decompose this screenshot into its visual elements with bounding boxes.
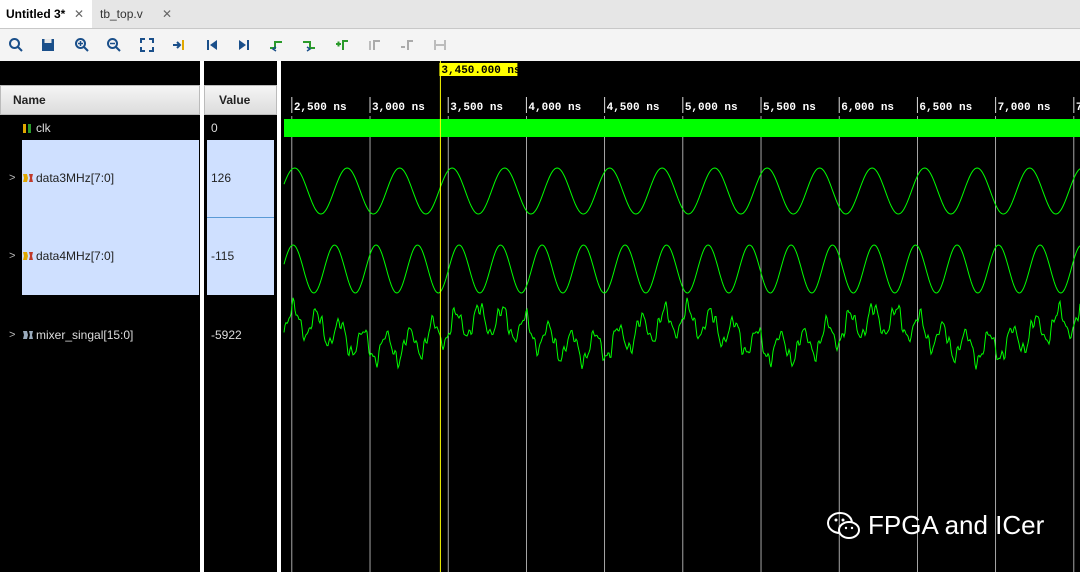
chevron-right-icon[interactable]: >	[9, 250, 15, 262]
watermark-text: FPGA and ICer	[868, 510, 1045, 540]
wechat-logo-icon	[827, 511, 860, 539]
signal-row-mixer-singal[interactable]: mixer_singal[15:0]	[22, 326, 133, 344]
tab-bar: Untitled 3* ✕ tb_top.v ✕	[0, 0, 1080, 29]
data3mhz-waveform[interactable]	[283, 167, 1080, 215]
signal-name: data4MHz[7:0]	[36, 249, 115, 263]
tab-tb-top[interactable]: tb_top.v ✕	[94, 0, 180, 28]
signal-value: 126	[211, 169, 232, 187]
signal-value: 0	[211, 119, 218, 137]
tab-label: tb_top.v	[100, 7, 143, 21]
tick-label: 3,000 ns	[372, 102, 425, 114]
tick-label: 6,000 ns	[841, 102, 894, 114]
search-icon[interactable]	[6, 35, 26, 55]
go-to-end-icon[interactable]	[234, 35, 254, 55]
previous-marker-icon[interactable]	[365, 35, 385, 55]
tick-label: 7,	[1076, 102, 1080, 114]
zoom-fit-icon[interactable]	[137, 35, 157, 55]
name-column-header[interactable]: Name	[0, 85, 200, 115]
value-header-label: Value	[219, 93, 251, 107]
close-icon[interactable]: ✕	[162, 7, 172, 21]
mixer-singal-waveform[interactable]	[283, 297, 1080, 370]
tick-label: 6,500 ns	[919, 102, 972, 114]
signal-name: data3MHz[7:0]	[36, 171, 115, 185]
previous-transition-icon[interactable]	[266, 35, 286, 55]
logic-signal-icon	[23, 124, 31, 133]
watermark: FPGA and ICer	[826, 510, 1044, 541]
tick-label: 3,500 ns	[450, 102, 503, 114]
signal-row-clk[interactable]: clk	[22, 119, 51, 137]
save-icon[interactable]	[38, 35, 58, 55]
tick-label: 2,500 ns	[294, 102, 347, 114]
time-gridlines	[291, 116, 1075, 572]
tick-label: 4,500 ns	[607, 102, 660, 114]
zoom-in-icon[interactable]	[72, 35, 92, 55]
swap-cursors-icon[interactable]	[430, 35, 450, 55]
signal-value-text: -5922	[211, 328, 242, 342]
bus-signal-icon	[23, 252, 33, 260]
signal-name-panel	[0, 61, 200, 572]
signal-value-panel	[204, 61, 277, 572]
chevron-right-icon[interactable]: >	[9, 329, 15, 341]
signal-value-text: -115	[211, 249, 235, 263]
signal-value-text: 126	[211, 171, 232, 185]
waveform-canvas[interactable]: 2,500 ns 3,000 ns 3,500 ns 4,000 ns 4,500 ns…	[281, 61, 1080, 572]
signal-row-data3mhz[interactable]: data3MHz[7:0]	[22, 169, 115, 187]
signal-name: mixer_singal[15:0]	[36, 328, 134, 342]
close-icon[interactable]: ✕	[74, 7, 84, 21]
tab-label: Untitled 3*	[6, 7, 66, 21]
selection-highlight	[22, 140, 199, 295]
data4mhz-waveform[interactable]	[283, 244, 1080, 294]
tab-untitled-3[interactable]: Untitled 3* ✕	[0, 0, 92, 28]
clk-waveform[interactable]	[284, 119, 1080, 137]
tick-label: 5,500 ns	[763, 102, 816, 114]
value-column-header[interactable]: Value	[204, 85, 277, 115]
signal-value: -115	[211, 247, 235, 265]
tick-label: 7,000 ns	[998, 102, 1051, 114]
go-to-cursor-icon[interactable]	[169, 35, 189, 55]
signal-value-text: 0	[211, 121, 218, 135]
add-marker-icon[interactable]	[332, 35, 352, 55]
cursor-time-label: 3,450.000 ns	[441, 65, 520, 77]
column-divider[interactable]	[200, 61, 204, 572]
signal-name: clk	[36, 121, 51, 135]
zoom-out-icon[interactable]	[104, 35, 124, 55]
waveform-toolbar	[0, 29, 1080, 61]
tick-label: 4,000 ns	[528, 102, 581, 114]
waveform-svg[interactable]: 2,500 ns 3,000 ns 3,500 ns 4,000 ns 4,500 ns…	[281, 61, 1080, 572]
next-transition-icon[interactable]	[299, 35, 319, 55]
bus-signal-icon	[23, 331, 33, 339]
go-to-start-icon[interactable]	[202, 35, 222, 55]
name-header-label: Name	[13, 93, 46, 107]
signal-value: -5922	[211, 326, 242, 344]
next-marker-icon[interactable]	[397, 35, 417, 55]
tick-label: 5,000 ns	[685, 102, 738, 114]
chevron-right-icon[interactable]: >	[9, 172, 15, 184]
signal-row-data4mhz[interactable]: data4MHz[7:0]	[22, 247, 115, 265]
bus-signal-icon	[23, 174, 33, 182]
